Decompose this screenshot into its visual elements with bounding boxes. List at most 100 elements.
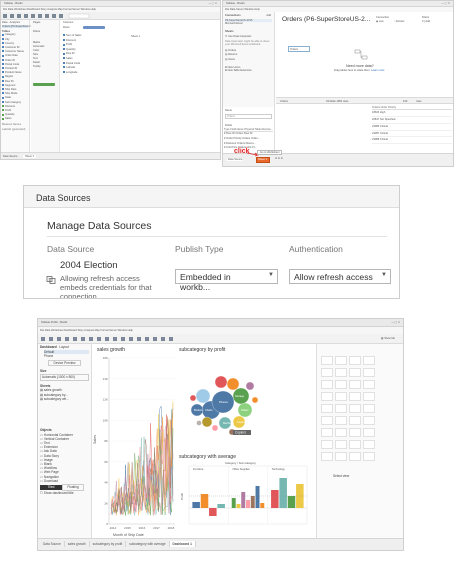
measure-value-item[interactable]: Longitude bbox=[63, 71, 87, 76]
toolbar-icons[interactable] bbox=[3, 13, 103, 19]
filters-add-link[interactable]: 0 | Add bbox=[422, 20, 430, 23]
show-me-chart-tile[interactable] bbox=[363, 392, 375, 401]
show-me-chart-tile[interactable] bbox=[363, 368, 375, 377]
marks-card[interactable]: Marks bbox=[33, 41, 57, 44]
use-interpreter-checkbox[interactable]: ☐ Use Data Interpreter bbox=[225, 35, 272, 38]
show-me-chart-tile[interactable] bbox=[349, 428, 361, 437]
tab-data-source[interactable]: Data Source bbox=[227, 158, 244, 162]
measure-values-pill[interactable] bbox=[33, 83, 55, 87]
show-me-chart-tile[interactable] bbox=[349, 416, 361, 425]
data-grid-table: Orders Order Priority 18606 High 20847 Not… bbox=[372, 106, 452, 145]
show-me-chart-tile[interactable] bbox=[321, 452, 333, 461]
show-me-chart-tile[interactable] bbox=[363, 416, 375, 425]
show-me-chart-tile[interactable] bbox=[349, 452, 361, 461]
column-header-publish-type: Publish Type bbox=[175, 244, 224, 254]
show-me-chart-tile[interactable] bbox=[321, 356, 333, 365]
field-item[interactable]: Latitude (generated) bbox=[2, 128, 28, 132]
field-item[interactable]: Measure Names bbox=[2, 123, 28, 127]
show-me-chart-tile[interactable] bbox=[349, 368, 361, 377]
show-me-chart-tile[interactable] bbox=[321, 428, 333, 437]
marks-item[interactable]: Tooltip bbox=[33, 65, 59, 69]
show-me-chart-tile[interactable] bbox=[335, 356, 347, 365]
show-me-chart-tile[interactable] bbox=[321, 440, 333, 449]
connection-extract-radio[interactable]: ○ Extract bbox=[394, 20, 404, 23]
add-connection-link[interactable]: Add bbox=[266, 14, 271, 17]
go-to-worksheet-button[interactable]: Go to Worksheet bbox=[257, 150, 283, 156]
learn-more-link[interactable]: Learn more bbox=[371, 69, 384, 72]
show-me-chart-tile[interactable] bbox=[363, 428, 375, 437]
menu-items[interactable]: File Data Worksheet Dashboard Story Anal… bbox=[3, 8, 96, 11]
sheet-tab[interactable]: Dashboard 1 bbox=[169, 541, 196, 547]
show-me-chart-tile[interactable] bbox=[335, 428, 347, 437]
datasource-title[interactable]: Orders (P6-SuperStoreUS-2... bbox=[282, 16, 370, 23]
tiled-floating-toggle[interactable]: Tiled Floating bbox=[40, 483, 89, 491]
table-chip-orders[interactable]: Orders bbox=[288, 46, 310, 52]
show-me-chart-tile[interactable] bbox=[321, 368, 333, 377]
field-item[interactable]: Sales bbox=[2, 117, 28, 121]
show-me-chart-tile[interactable] bbox=[335, 368, 347, 377]
tab-data-source[interactable]: Data Source bbox=[3, 155, 17, 158]
window-controls-icon[interactable]: — ▢ ✕ bbox=[208, 2, 217, 5]
show-me-chart-tile[interactable] bbox=[321, 416, 333, 425]
show-me-chart-tile[interactable] bbox=[335, 392, 347, 401]
menu-items[interactable]: File Data Server Window Help bbox=[225, 8, 260, 11]
new-table-extension-item[interactable]: ⧉ New Table Extension bbox=[225, 69, 272, 72]
sheet-item[interactable]: ▤ Users bbox=[225, 58, 272, 63]
show-me-chart-tile[interactable] bbox=[335, 380, 347, 389]
sheet-tab-bar: Data Source sales growth subcategory by pr… bbox=[38, 538, 403, 550]
bar-mark bbox=[209, 508, 217, 516]
size-dropdown[interactable]: Automatic (1000 x 800) bbox=[40, 373, 89, 381]
datasource-pill[interactable]: Orders (P6-SuperStoreU... bbox=[2, 25, 33, 29]
name-input[interactable]: Orders bbox=[225, 114, 272, 120]
toolbar-icons[interactable] bbox=[41, 336, 251, 342]
show-me-chart-tile[interactable] bbox=[363, 440, 375, 449]
show-title-checkbox[interactable]: ☐ Show dashboard title bbox=[40, 491, 89, 496]
window-controls-icon[interactable]: — ▢ ✕ bbox=[391, 321, 400, 324]
bubble-label: Tables bbox=[241, 408, 249, 412]
show-me-button[interactable]: ▦ Show Me bbox=[381, 337, 395, 340]
x-tick-label: 2014 bbox=[110, 526, 117, 530]
device-preview-button[interactable]: Device Preview bbox=[48, 359, 81, 367]
show-me-chart-tile[interactable] bbox=[363, 356, 375, 365]
show-me-chart-tile[interactable] bbox=[363, 404, 375, 413]
show-me-chart-tile[interactable] bbox=[335, 452, 347, 461]
dashboard-object-item[interactable]: ▭ Download bbox=[40, 479, 89, 483]
grid-rows-value[interactable]: 100 bbox=[403, 100, 407, 103]
sheet-tab[interactable]: subcategory with average bbox=[126, 541, 170, 547]
show-me-chart-tile[interactable] bbox=[321, 380, 333, 389]
connection-live-radio[interactable]: ◉ Live bbox=[376, 20, 384, 23]
sheet-tab[interactable]: subcategory by profit bbox=[90, 541, 127, 547]
show-me-chart-tile[interactable] bbox=[321, 392, 333, 401]
sheet-tab[interactable]: sales growth bbox=[65, 541, 90, 547]
filters-shelf[interactable]: Filters bbox=[33, 30, 57, 33]
bubble-label: Chairs bbox=[205, 408, 213, 412]
menu-items[interactable]: File Data Worksheet Dashboard Story Anal… bbox=[40, 329, 133, 332]
show-me-chart-tile[interactable] bbox=[349, 404, 361, 413]
x-tick-label: 2015 bbox=[124, 526, 131, 530]
pane-tabs[interactable]: Data · Analytics bbox=[2, 21, 28, 24]
rows-pill[interactable] bbox=[83, 26, 105, 29]
show-me-chart-tile[interactable] bbox=[349, 380, 361, 389]
show-me-chart-tile[interactable] bbox=[349, 440, 361, 449]
show-me-chart-tile[interactable] bbox=[363, 380, 375, 389]
show-me-chart-tile[interactable] bbox=[335, 416, 347, 425]
sales-lines bbox=[110, 400, 174, 516]
window-controls-icon[interactable]: — ▢ ✕ bbox=[441, 2, 450, 5]
publish-type-dropdown[interactable]: Embedded in workb... ▼ bbox=[175, 269, 278, 292]
device-phone[interactable]: Phone bbox=[44, 354, 89, 359]
show-me-chart-tile[interactable] bbox=[335, 404, 347, 413]
authentication-dropdown[interactable]: Allow refresh access ▼ bbox=[289, 269, 391, 284]
dashboard-sheet-item[interactable]: ▤ subcategory wit... bbox=[40, 397, 89, 402]
show-me-chart-tile[interactable] bbox=[349, 392, 361, 401]
show-me-chart-tile[interactable] bbox=[349, 356, 361, 365]
tab-sheet-1[interactable]: Sheet 1 bbox=[256, 157, 270, 163]
sheet-tab[interactable]: Data Source bbox=[40, 541, 65, 547]
tab-sheet-1[interactable]: Sheet 1 bbox=[23, 155, 36, 159]
show-me-chart-tile[interactable] bbox=[363, 452, 375, 461]
new-sheet-icons[interactable]: ⊞ ⊞ ⊞ bbox=[275, 157, 283, 160]
pages-shelf[interactable]: Pages bbox=[33, 21, 57, 24]
show-me-chart-tile[interactable] bbox=[321, 404, 333, 413]
menu-bar: File Data Worksheet Dashboard Story Anal… bbox=[38, 327, 403, 334]
bubble-mark bbox=[201, 416, 213, 428]
show-me-chart-tile[interactable] bbox=[335, 440, 347, 449]
